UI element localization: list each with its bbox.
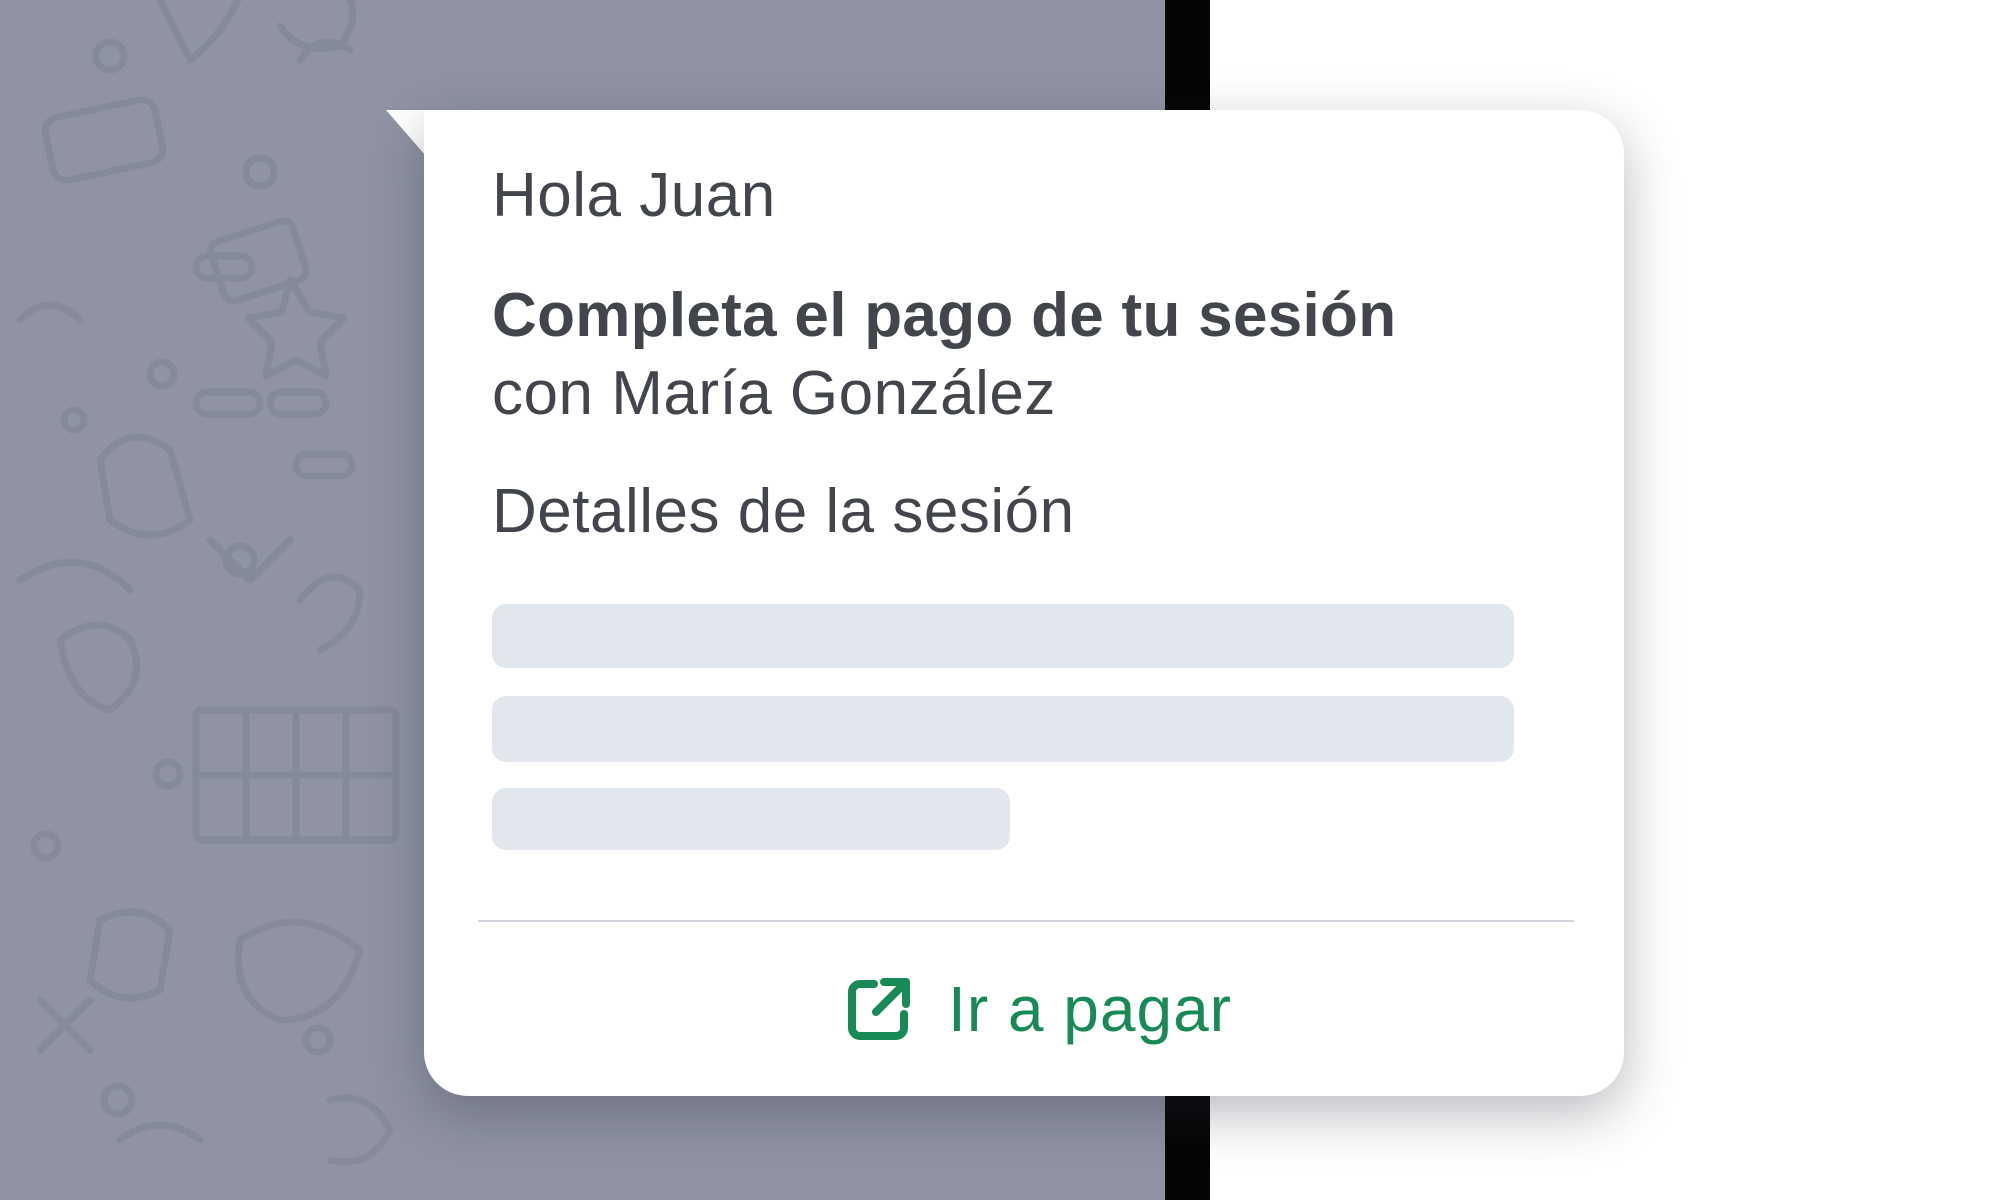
message-bubble: Hola Juan Completa el pago de tu sesión … bbox=[424, 110, 1624, 1096]
greeting-text: Hola Juan bbox=[492, 161, 776, 230]
external-link-icon bbox=[848, 978, 911, 1040]
skeleton-line bbox=[492, 604, 1514, 668]
message-subtitle: con María González bbox=[492, 359, 1056, 428]
go-to-pay-label: Ir a pagar bbox=[948, 973, 1232, 1045]
session-details-label: Detalles de la sesión bbox=[492, 477, 1075, 546]
skeleton-line bbox=[492, 788, 1010, 850]
bubble-tail bbox=[386, 110, 426, 156]
go-to-pay-button-content[interactable]: Ir a pagar bbox=[846, 972, 1232, 1046]
go-to-pay-button[interactable]: Ir a pagar bbox=[424, 922, 1624, 1096]
message-title: Completa el pago de tu sesión bbox=[492, 281, 1397, 350]
skeleton-line bbox=[492, 696, 1514, 762]
